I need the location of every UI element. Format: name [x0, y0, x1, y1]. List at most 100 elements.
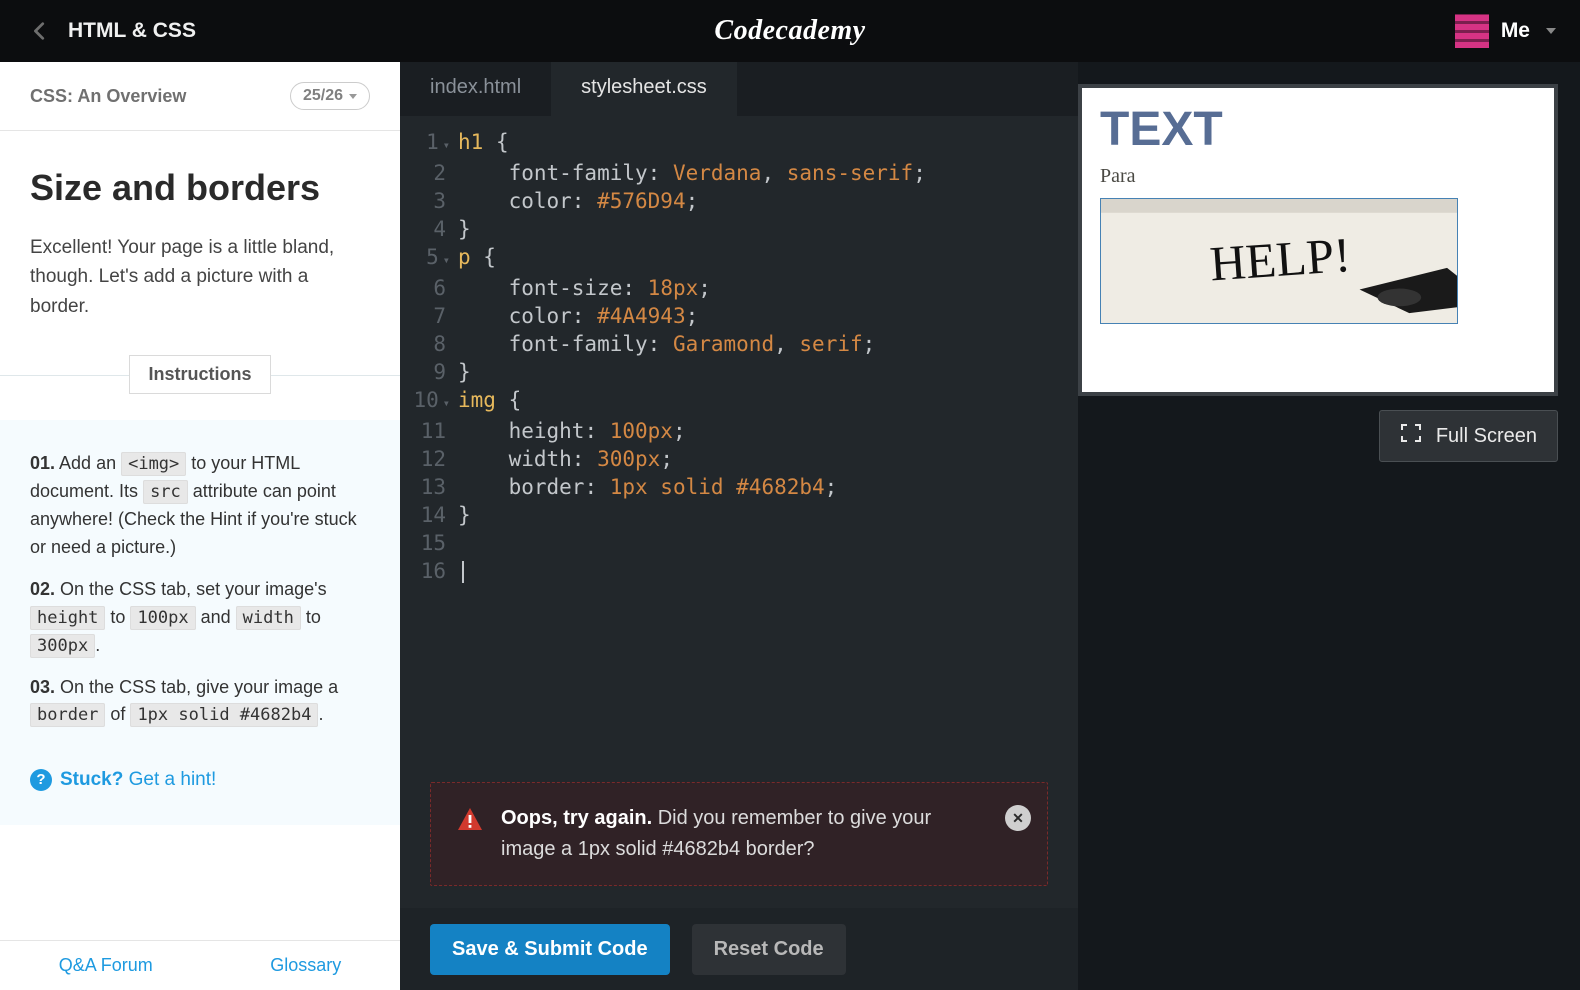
submit-button[interactable]: Save & Submit Code: [430, 924, 670, 975]
step-number: 02.: [30, 579, 55, 599]
line-number: 7: [400, 302, 458, 330]
lesson-sidebar: CSS: An Overview 25/26 Size and borders …: [0, 62, 400, 990]
preview-h1: TEXT: [1100, 102, 1536, 157]
preview-frame: TEXT Para HELP!: [1078, 84, 1558, 396]
line-number: 14: [400, 501, 458, 529]
error-banner: Oops, try again. Did you remember to giv…: [430, 782, 1048, 886]
preview-column: TEXT Para HELP! Full Screen: [1078, 62, 1580, 990]
stuck-label: Stuck?: [60, 769, 123, 790]
editor-column: index.html stylesheet.css 1▾h1 {2 font-f…: [400, 62, 1078, 990]
code-line[interactable]: 2 font-family: Verdana, sans-serif;: [400, 159, 1078, 187]
step-text: and: [196, 607, 236, 627]
step-text: Add an: [55, 453, 121, 473]
lesson-intro: Excellent! Your page is a little bland, …: [30, 233, 370, 321]
glossary-link[interactable]: Glossary: [270, 955, 341, 976]
line-number: 12: [400, 445, 458, 473]
inline-code: width: [236, 606, 301, 630]
fold-icon[interactable]: ▾: [443, 253, 450, 267]
code-text[interactable]: border: 1px solid #4682b4;: [458, 473, 837, 501]
code-line[interactable]: 9}: [400, 358, 1078, 386]
code-line[interactable]: 7 color: #4A4943;: [400, 302, 1078, 330]
fold-icon[interactable]: ▾: [443, 138, 450, 152]
tab-stylesheet-css[interactable]: stylesheet.css: [551, 62, 737, 116]
site-logo[interactable]: Codecademy: [714, 15, 865, 47]
cursor: [462, 561, 464, 583]
inline-code: border: [30, 703, 105, 727]
chevron-down-icon: [1546, 28, 1556, 34]
code-line[interactable]: 12 width: 300px;: [400, 445, 1078, 473]
code-text[interactable]: img {: [458, 386, 521, 417]
step-number: 01.: [30, 453, 55, 473]
preview-image-text: HELP!: [1208, 227, 1352, 291]
error-text: Oops, try again. Did you remember to giv…: [501, 803, 987, 865]
code-text[interactable]: }: [458, 501, 471, 529]
instructions-divider: Instructions: [0, 355, 400, 394]
code-line[interactable]: 16: [400, 557, 1078, 585]
code-text[interactable]: [458, 557, 464, 585]
code-line[interactable]: 13 border: 1px solid #4682b4;: [400, 473, 1078, 501]
line-number: 6: [400, 274, 458, 302]
step-text: .: [95, 635, 100, 655]
instruction-step-3: 03. On the CSS tab, give your image a bo…: [30, 674, 370, 730]
question-icon: ?: [30, 769, 52, 791]
code-line[interactable]: 14}: [400, 501, 1078, 529]
back-arrow-icon[interactable]: [24, 15, 56, 47]
progress-dropdown[interactable]: 25/26: [290, 82, 370, 110]
code-line[interactable]: 15: [400, 529, 1078, 557]
user-menu[interactable]: Me: [1455, 14, 1556, 48]
instructions-label: Instructions: [129, 355, 270, 394]
inline-code: 1px solid #4682b4: [130, 703, 318, 727]
code-line[interactable]: 3 color: #576D94;: [400, 187, 1078, 215]
instructions-list: 01. Add an <img> to your HTML document. …: [0, 420, 400, 824]
chevron-down-icon: [349, 94, 357, 99]
qa-forum-link[interactable]: Q&A Forum: [59, 955, 153, 976]
sidebar-header: CSS: An Overview 25/26: [0, 62, 400, 131]
fold-icon[interactable]: ▾: [443, 396, 450, 410]
code-text[interactable]: font-size: 18px;: [458, 274, 711, 302]
fullscreen-label: Full Screen: [1436, 425, 1537, 448]
course-title[interactable]: HTML & CSS: [68, 19, 196, 43]
code-text[interactable]: h1 {: [458, 128, 509, 159]
step-text: On the CSS tab, give your image a: [55, 677, 338, 697]
line-number: 1▾: [400, 128, 458, 159]
avatar: [1455, 14, 1489, 48]
reset-button[interactable]: Reset Code: [692, 924, 846, 975]
user-label: Me: [1501, 19, 1530, 43]
code-text[interactable]: font-family: Verdana, sans-serif;: [458, 159, 926, 187]
error-icon: [457, 807, 483, 831]
code-text[interactable]: p {: [458, 243, 496, 274]
step-text: .: [318, 704, 323, 724]
code-text[interactable]: height: 100px;: [458, 417, 686, 445]
code-text[interactable]: font-family: Garamond, serif;: [458, 330, 875, 358]
code-line[interactable]: 8 font-family: Garamond, serif;: [400, 330, 1078, 358]
inline-code: 100px: [130, 606, 195, 630]
preview-image: HELP!: [1100, 198, 1458, 324]
inline-code: height: [30, 606, 105, 630]
inline-code: 300px: [30, 634, 95, 658]
step-text: to: [105, 607, 130, 627]
tab-index-html[interactable]: index.html: [400, 62, 551, 116]
code-text[interactable]: color: #4A4943;: [458, 302, 698, 330]
code-line[interactable]: 6 font-size: 18px;: [400, 274, 1078, 302]
code-line[interactable]: 5▾p {: [400, 243, 1078, 274]
line-number: 11: [400, 417, 458, 445]
progress-text: 25/26: [303, 87, 343, 105]
code-line[interactable]: 10▾img {: [400, 386, 1078, 417]
code-text[interactable]: color: #576D94;: [458, 187, 698, 215]
hint-link[interactable]: Get a hint!: [129, 769, 217, 790]
line-number: 4: [400, 215, 458, 243]
code-line[interactable]: 1▾h1 {: [400, 128, 1078, 159]
code-text[interactable]: }: [458, 215, 471, 243]
instruction-step-1: 01. Add an <img> to your HTML document. …: [30, 450, 370, 562]
editor-footer: Save & Submit Code Reset Code: [400, 908, 1078, 990]
line-number: 10▾: [400, 386, 458, 417]
line-number: 15: [400, 529, 458, 557]
inline-code: src: [143, 480, 188, 504]
code-line[interactable]: 4}: [400, 215, 1078, 243]
code-text[interactable]: }: [458, 358, 471, 386]
fullscreen-button[interactable]: Full Screen: [1379, 410, 1558, 462]
close-icon[interactable]: ✕: [1005, 805, 1031, 831]
editor-tabs: index.html stylesheet.css: [400, 62, 1078, 116]
code-line[interactable]: 11 height: 100px;: [400, 417, 1078, 445]
code-text[interactable]: width: 300px;: [458, 445, 673, 473]
